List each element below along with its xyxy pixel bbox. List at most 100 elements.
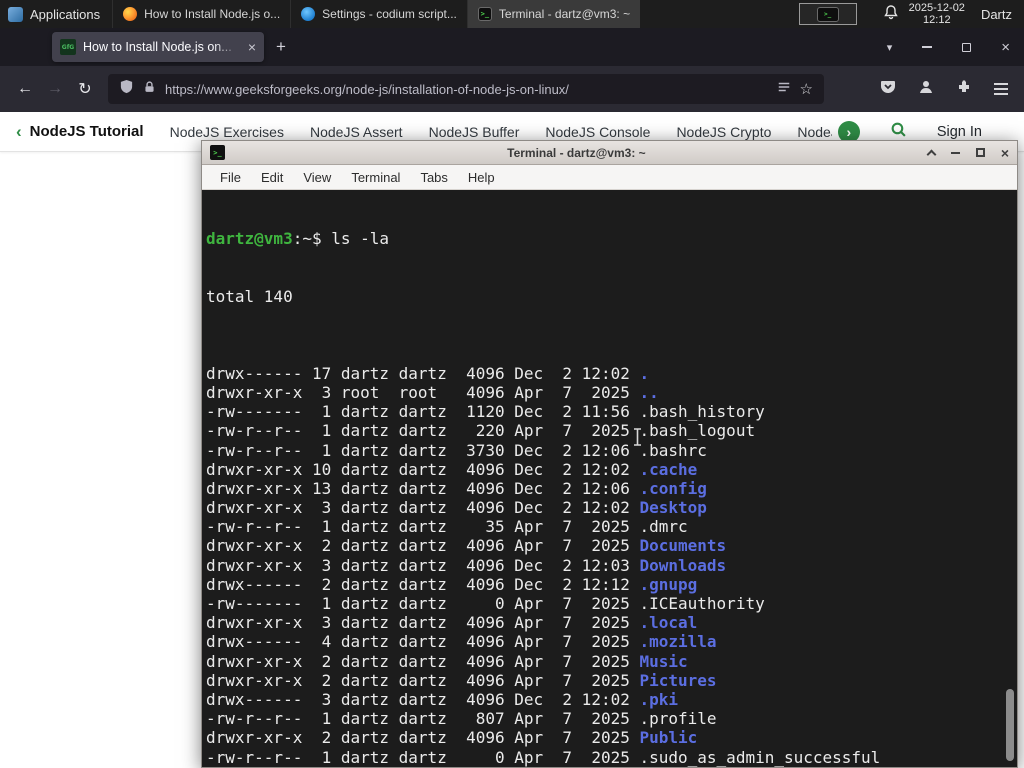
terminal-line: drwxr-xr-x 13 dartz dartz 4096 Dec 2 12:… [206,478,707,498]
applications-menu-icon [8,6,23,22]
file-name: .profile [639,709,717,729]
terminal-icon: >_ [816,6,839,22]
dir-name: Music [639,651,688,671]
nav-item-nodejs-console[interactable]: NodeJS Console [545,124,650,140]
clock-date: 2025-12-02 [908,2,965,14]
notification-bell-icon[interactable] [883,4,899,25]
window-close-button[interactable]: × [1001,40,1010,55]
bookmark-star-icon[interactable]: ☆ [800,80,813,98]
account-icon[interactable] [918,79,934,100]
prompt-user: dartz@vm3 [206,229,293,249]
terminal-line: -rw-r--r-- 1 dartz dartz 35 Apr 7 2025 .… [206,517,688,537]
nav-item-nodejs-tutorial[interactable]: ‹ NodeJS Tutorial [16,123,144,140]
dir-name: Desktop [639,498,707,518]
taskbar-window-firefox[interactable]: How to Install Node.js o... [112,0,290,28]
nav-item-nodejs-buffer[interactable]: NodeJS Buffer [429,124,520,140]
shade-window-button[interactable] [926,149,937,159]
nav-item-nodejs-exercises[interactable]: NodeJS Exercises [170,124,284,140]
menu-file[interactable]: File [210,170,251,185]
terminal-line: drwxr-xr-x 3 root root 4096 Apr 7 2025 .… [206,382,659,402]
terminal-line: drwxr-xr-x 2 dartz dartz 4096 Apr 7 2025… [206,670,717,690]
terminal-maximize-button[interactable] [975,148,985,157]
dir-name: Pictures [639,670,717,690]
terminal-minimize-button[interactable] [950,151,960,154]
menu-view[interactable]: View [293,170,341,185]
tab-close-icon[interactable]: × [248,39,256,55]
terminal-line: -rw------- 1 dartz dartz 1120 Dec 2 11:5… [206,402,765,422]
dir-name: .gnupg [639,574,698,594]
nav-item-nodejs-dns[interactable]: NodeJS DNS [797,124,831,140]
applications-menu[interactable]: Applications [0,0,112,28]
codium-icon [301,7,316,21]
terminal-close-button[interactable]: × [1001,146,1009,160]
list-tabs-icon[interactable]: ▾ [887,41,893,54]
lock-icon[interactable] [143,80,156,99]
top-panel: Applications How to Install Node.js o...… [0,0,1024,28]
back-button[interactable]: ← [10,80,40,98]
navigation-toolbar: ← → ↻ https://www.geeksforgeeks.org/node… [0,66,1024,112]
terminal-titlebar[interactable]: >_ Terminal - dartz@vm3: ~ × [202,141,1017,165]
workspace-switcher[interactable]: >_ [798,3,857,25]
nav-item-nodejs-crypto[interactable]: NodeJS Crypto [676,124,771,140]
user-menu[interactable]: Dartz [981,7,1012,22]
dir-name: .local [639,613,698,633]
file-name: .bashrc [639,440,707,460]
terminal-window: >_ Terminal - dartz@vm3: ~ × File Edit Vie… [201,140,1018,768]
menu-terminal[interactable]: Terminal [341,170,410,185]
gfg-favicon-icon: GfG [60,39,76,55]
menu-edit[interactable]: Edit [251,170,293,185]
menu-icon[interactable] [994,88,1008,90]
prompt-line: dartz@vm3:~$ ls -la [206,229,390,249]
new-tab-button[interactable]: + [276,37,286,57]
window-maximize-button[interactable] [962,42,972,52]
dir-name: .pki [639,689,679,709]
clock[interactable]: 2025-12-02 12:12 [909,2,965,26]
terminal-menubar: File Edit View Terminal Tabs Help [202,165,1017,190]
dir-name: Documents [639,536,727,556]
extensions-icon[interactable] [956,79,972,100]
terminal-line: -rw-r--r-- 1 dartz dartz 0 Apr 7 2025 .s… [206,747,881,767]
menu-tabs[interactable]: Tabs [410,170,457,185]
dir-name: .mozilla [639,632,717,652]
pocket-icon[interactable] [880,79,896,100]
terminal-line: -rw-r--r-- 1 dartz dartz 3730 Dec 2 12:0… [206,440,707,460]
applications-label: Applications [30,6,101,22]
tab-geeksforgeeks[interactable]: GfG How to Install Node.js on... × [52,32,264,62]
terminal-icon: >_ [210,145,225,160]
taskbar-title-terminal: Terminal - dartz@vm3: ~ [498,7,631,21]
firefox-icon [123,7,138,21]
command-text: ls -la [331,229,390,249]
forward-button[interactable]: → [40,80,70,98]
sign-in-button[interactable]: Sign In [937,124,982,140]
taskbar-window-codium[interactable]: Settings - codium script... [290,0,467,28]
terminal-line: -rw-r--r-- 1 dartz dartz 807 Apr 7 2025 … [206,709,717,729]
menu-help[interactable]: Help [458,170,505,185]
taskbar-window-terminal[interactable]: >_ Terminal - dartz@vm3: ~ [466,0,641,28]
terminal-line: drwx------ 4 dartz dartz 4096 Apr 7 2025… [206,632,717,652]
dir-name: Public [639,728,698,748]
url-text[interactable]: https://www.geeksforgeeks.org/node-js/in… [165,82,768,97]
terminal-line: drwxr-xr-x 2 dartz dartz 4096 Apr 7 2025… [206,536,727,556]
terminal-output[interactable]: dartz@vm3:~$ ls -la total 140 drwx------… [202,190,1017,767]
window-minimize-button[interactable] [922,46,933,48]
terminal-line: -rw------- 1 dartz dartz 0 Apr 7 2025 .I… [206,594,765,614]
dir-name: .. [639,382,659,402]
chevron-left-icon: ‹ [16,123,22,140]
terminal-line: drwx------ 17 dartz dartz 4096 Dec 2 12:… [206,363,650,383]
reader-mode-icon[interactable] [777,80,791,99]
terminal-line: drwxr-xr-x 10 dartz dartz 4096 Dec 2 12:… [206,459,698,479]
total-line: total 140 [206,287,293,306]
nav-item-nodejs-assert[interactable]: NodeJS Assert [310,124,403,140]
prompt-path: ~ [302,229,312,249]
reload-button[interactable]: ↻ [70,79,100,99]
url-bar[interactable]: https://www.geeksforgeeks.org/node-js/in… [108,74,824,104]
taskbar-title-firefox: How to Install Node.js o... [144,7,281,21]
terminal-line: drwxr-xr-x 2 dartz dartz 4096 Apr 7 2025… [206,728,698,748]
tab-bar: GfG How to Install Node.js on... × + ▾ × [0,28,1024,66]
dir-name: . [639,363,650,383]
clock-time: 12:12 [923,14,951,26]
dir-name: .cache [639,459,698,479]
terminal-scrollbar-thumb[interactable] [1006,689,1014,761]
file-name: .sudo_as_admin_successful [639,747,881,767]
tracking-shield-icon[interactable] [119,79,134,99]
